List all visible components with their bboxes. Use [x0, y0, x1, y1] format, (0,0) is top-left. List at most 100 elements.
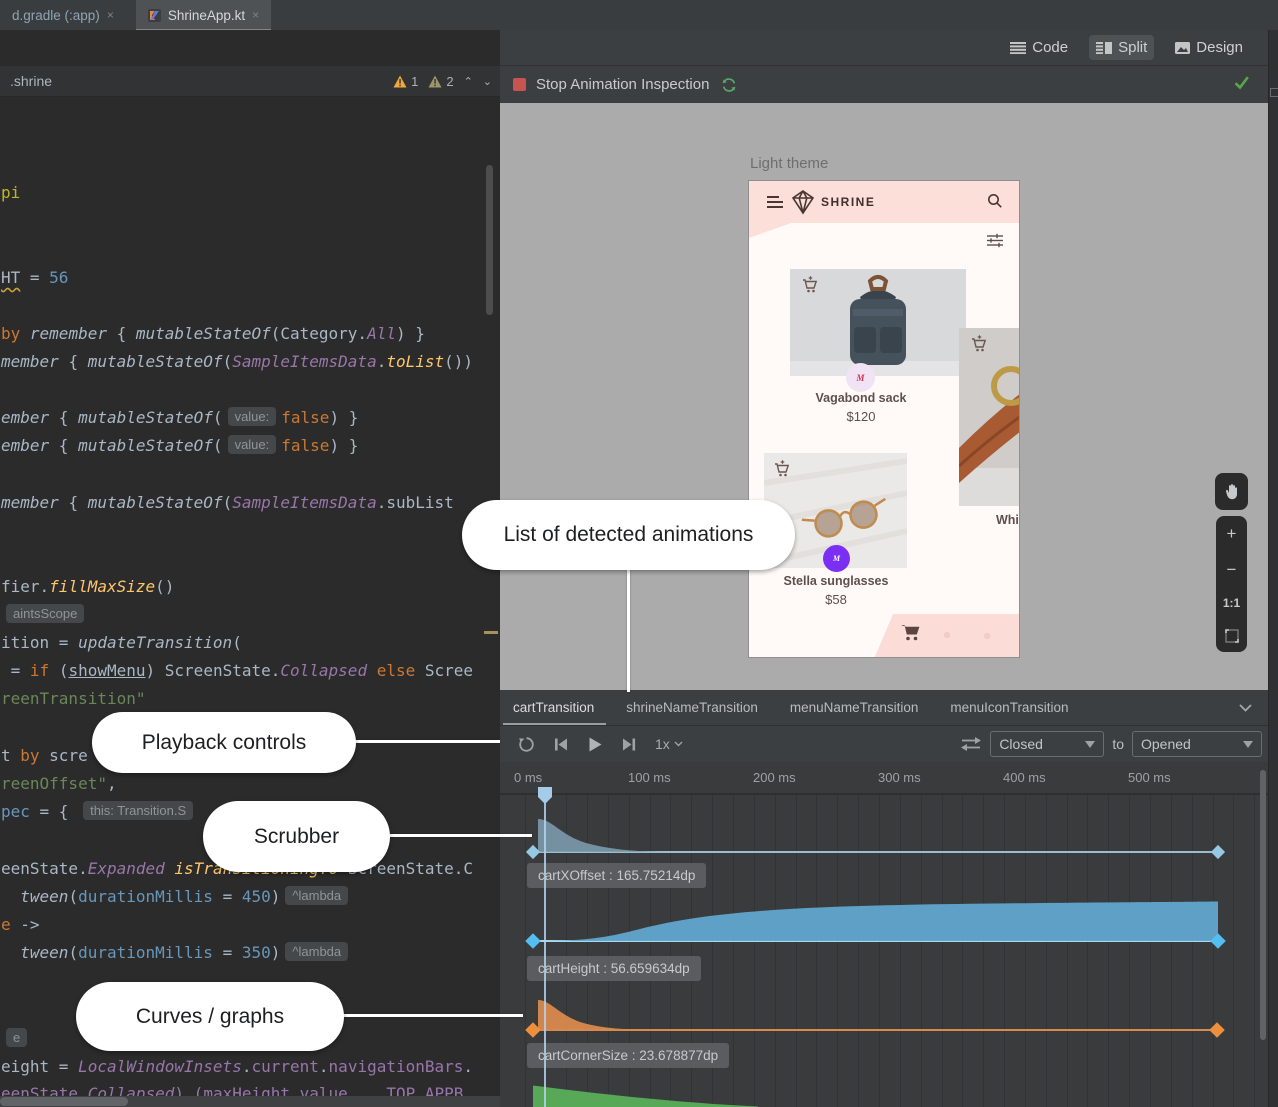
scrubber-handle[interactable] — [537, 786, 553, 805]
go-to-start-icon[interactable] — [553, 737, 569, 752]
tool-strip-icon — [1270, 88, 1278, 97]
error-count: 1 — [411, 74, 418, 89]
zoom-ratio-button[interactable]: 1:1 — [1223, 596, 1240, 610]
callout-scrubber: Scrubber — [203, 801, 390, 872]
tab-shrineapp[interactable]: ShrineApp.kt × — [136, 0, 271, 30]
curve-value-label: cartHeight : 56.659634dp — [527, 956, 701, 981]
product-price: $58 — [756, 592, 916, 607]
menu-icon — [767, 196, 783, 211]
code-line[interactable]: ition = updateTransition( — [1, 630, 242, 656]
breadcrumb[interactable]: .shrine — [10, 73, 52, 89]
product-price: $120 — [781, 409, 941, 424]
code-line[interactable]: pec = { this: Transition.S — [1, 799, 198, 825]
change-marker — [484, 631, 498, 634]
appbar-diagonal — [749, 223, 791, 238]
callout-line — [352, 740, 500, 743]
curve-cartCornerSize — [525, 1000, 1225, 1038]
code-line[interactable]: tween(durationMillis = 450)^lambda — [1, 884, 353, 910]
code-editor[interactable]: .shrine 1 2 ⌃ ⌄ pi HT = 56 by remember { m… — [0, 30, 500, 1107]
code-view-icon — [1010, 42, 1026, 54]
close-icon[interactable]: × — [107, 8, 114, 22]
from-state-dropdown[interactable]: Closed — [990, 731, 1104, 757]
scrubber-line[interactable] — [544, 787, 546, 1107]
view-mode-bar: Code Split Design — [500, 30, 1268, 66]
next-issue-icon[interactable]: ⌄ — [483, 75, 492, 88]
view-mode-split[interactable]: Split — [1089, 35, 1154, 60]
close-icon[interactable]: × — [252, 8, 259, 22]
code-line[interactable]: = if (showMenu) ScreenState.Collapsed el… — [1, 658, 473, 684]
chevron-down-icon[interactable] — [1239, 704, 1252, 712]
add-to-cart-icon — [772, 459, 792, 479]
animation-tab-menuIconTransition[interactable]: menuIconTransition — [950, 690, 1068, 725]
zoom-to-fit-button[interactable] — [1225, 629, 1239, 643]
chevron-down-icon — [674, 741, 683, 747]
code-line[interactable]: t by scre — [1, 743, 88, 769]
callout-line — [340, 1014, 523, 1017]
callout-playback-controls: Playback controls — [92, 712, 356, 773]
design-view-icon — [1175, 42, 1190, 54]
animation-tab-shrineNameTransition[interactable]: shrineNameTransition — [626, 690, 758, 725]
chevron-down-icon — [1243, 741, 1253, 748]
code-line[interactable]: e -> — [1, 912, 40, 938]
stop-animation-inspection-button[interactable]: Stop Animation Inspection — [513, 76, 709, 93]
play-icon[interactable] — [587, 736, 603, 753]
warning-icon — [393, 75, 407, 88]
code-line[interactable]: tween(durationMillis = 350)^lambda — [1, 940, 353, 966]
shrine-logo-icon — [791, 189, 815, 215]
product-name: Vagabond sack — [781, 391, 941, 405]
add-to-cart-icon — [969, 334, 989, 354]
code-line[interactable]: pi — [1, 180, 20, 206]
editor-horizontal-scrollbar[interactable] — [0, 1097, 128, 1106]
weak-warning-indicator[interactable]: 2 — [428, 74, 453, 89]
callout-detected-animations: List of detected animations — [462, 500, 795, 570]
code-line[interactable]: e — [1, 1026, 32, 1052]
code-line[interactable]: by remember { mutableStateOf(Category.Al… — [1, 321, 425, 347]
search-icon — [987, 193, 1003, 209]
code-line[interactable]: reenTransition" — [1, 686, 146, 712]
tab-gradle[interactable]: d.gradle (:app) × — [0, 0, 126, 30]
app-title: SHRINE — [821, 195, 875, 209]
go-to-end-icon[interactable] — [621, 737, 637, 752]
file-tab-bar: d.gradle (:app) × ShrineApp.kt × — [0, 0, 1278, 31]
code-line[interactable]: ember { mutableStateOf(value:false) } — [1, 405, 358, 431]
zoom-out-button[interactable]: − — [1227, 561, 1237, 578]
to-state-dropdown[interactable]: Opened — [1132, 731, 1262, 757]
refresh-icon[interactable] — [721, 77, 737, 93]
loop-playback-icon[interactable] — [518, 736, 535, 753]
callout-line — [386, 834, 532, 837]
timeline-scrollbar[interactable] — [1260, 770, 1266, 1040]
error-indicator[interactable]: 1 — [393, 74, 418, 89]
preview-surface[interactable]: Light theme SHRINE — [500, 103, 1268, 690]
check-icon — [1233, 75, 1250, 90]
animation-tab-cartTransition[interactable]: cartTransition — [513, 690, 594, 725]
code-line[interactable]: fier.fillMaxSize() — [1, 574, 174, 600]
swap-states-icon[interactable] — [960, 736, 982, 752]
zoom-in-button[interactable]: + — [1227, 525, 1237, 542]
code-line[interactable]: ember { mutableStateOf(value:false) } — [1, 433, 358, 459]
hand-icon — [1224, 483, 1240, 500]
code-line[interactable]: member { mutableStateOf(SampleItemsData.… — [1, 349, 473, 375]
view-mode-design[interactable]: Design — [1168, 35, 1250, 60]
pan-button[interactable] — [1215, 473, 1248, 510]
animation-timeline[interactable]: 0 ms100 ms200 ms300 ms400 ms500 ms — [500, 762, 1268, 1107]
add-to-cart-icon — [800, 275, 820, 295]
tab-gradle-label: d.gradle (:app) — [12, 8, 100, 23]
view-mode-code[interactable]: Code — [1003, 35, 1075, 60]
code-line[interactable]: member { mutableStateOf(SampleItemsData.… — [1, 490, 454, 516]
zoom-controls: + − 1:1 — [1216, 516, 1247, 652]
code-line[interactable]: eight = LocalWindowInsets.current.naviga… — [1, 1054, 473, 1080]
code-line[interactable]: aintsScope — [1, 602, 89, 628]
curve-value-label: cartXOffset : 165.75214dp — [527, 863, 706, 888]
weak-warning-count: 2 — [446, 74, 453, 89]
code-line[interactable]: reenOffset", — [1, 771, 117, 797]
editor-vertical-scrollbar[interactable] — [486, 165, 493, 315]
code-line[interactable]: HT = 56 — [1, 265, 68, 291]
playback-speed-selector[interactable]: 1x — [655, 736, 683, 752]
animation-tab-menuNameTransition[interactable]: menuNameTransition — [790, 690, 919, 725]
product-image-belt — [959, 328, 1020, 506]
split-view-icon — [1096, 42, 1112, 54]
inspection-widget[interactable]: 1 2 ⌃ ⌄ — [393, 66, 492, 96]
curve-cartHeight — [525, 902, 1226, 949]
prev-issue-icon[interactable]: ⌃ — [464, 75, 473, 88]
product-name-partial: Whit — [996, 513, 1020, 527]
